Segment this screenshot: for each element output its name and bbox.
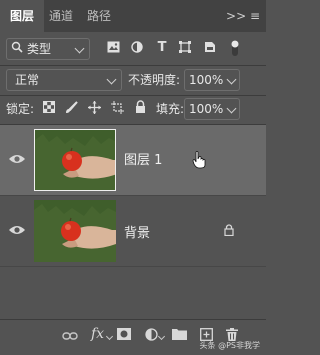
layers-panel: 图层 通道 路径 >> ≡ 类型 T 正常 不透明度: 100% 锁定: 填充:…	[0, 0, 266, 355]
opacity-value: 100%	[189, 73, 224, 87]
fill-label: 填充:	[156, 102, 185, 116]
fx-icon[interactable]: fx	[91, 326, 104, 342]
hand-cursor-icon	[192, 151, 206, 172]
tab-channels[interactable]: 通道	[44, 0, 78, 32]
layer-name[interactable]: 图层 1	[124, 149, 162, 168]
lock-image-pixels-icon[interactable]	[64, 101, 78, 119]
shape-filter-icon[interactable]	[178, 41, 192, 58]
filter-type-select[interactable]: 类型	[6, 38, 90, 60]
smart-object-filter-icon[interactable]	[203, 41, 217, 58]
mask-icon[interactable]	[117, 328, 131, 344]
filter-toggle-icon[interactable]	[229, 39, 241, 62]
tab-layers[interactable]: 图层	[0, 0, 44, 32]
link-icon[interactable]	[62, 330, 78, 345]
blend-row: 正常 不透明度: 100%	[0, 69, 266, 91]
adjustment-filter-icon[interactable]	[130, 41, 144, 58]
apple-hand-image	[35, 130, 115, 190]
lock-label: 锁定:	[6, 102, 35, 116]
chevron-down-icon	[157, 332, 166, 341]
chevron-down-icon	[106, 74, 117, 85]
lock-transparent-pixels-icon[interactable]	[42, 101, 56, 118]
panel-menu-icon[interactable]: >> ≡	[226, 0, 260, 32]
type-filter-icon[interactable]: T	[155, 40, 169, 56]
opacity-label: 不透明度:	[128, 73, 181, 87]
chevron-down-icon	[105, 332, 114, 341]
divider	[0, 65, 266, 66]
layer-name[interactable]: 背景	[124, 222, 150, 241]
visibility-eye-icon[interactable]	[8, 224, 26, 236]
filter-type-label: 类型	[27, 42, 52, 56]
divider	[0, 266, 266, 267]
layer-row-background[interactable]: 背景	[0, 196, 266, 266]
tab-paths[interactable]: 路径	[82, 0, 116, 32]
divider	[0, 95, 266, 96]
lock-artboard-icon[interactable]	[110, 101, 124, 119]
chevron-down-icon	[74, 43, 85, 54]
fill-value: 100%	[189, 102, 224, 116]
panel-footer: fx 头条 @PS非我学	[0, 320, 266, 355]
lock-all-icon[interactable]	[133, 100, 147, 118]
layer-thumbnail[interactable]	[34, 129, 116, 191]
search-icon	[10, 41, 24, 58]
chevron-down-icon[interactable]	[226, 103, 237, 114]
apple-hand-image	[34, 200, 116, 262]
blend-mode-select[interactable]: 正常	[6, 69, 122, 91]
chevron-down-icon[interactable]	[226, 74, 237, 85]
image-filter-icon[interactable]	[106, 41, 120, 58]
blend-mode-value: 正常	[15, 73, 40, 87]
opacity-field[interactable]: 100%	[184, 69, 240, 91]
filter-row: 类型 T	[0, 38, 266, 60]
lock-row: 锁定: 填充: 100%	[0, 98, 266, 120]
fill-field[interactable]: 100%	[184, 98, 240, 120]
layer-row-layer-1[interactable]: 图层 1	[0, 125, 266, 195]
layer-thumbnail[interactable]	[34, 200, 116, 262]
adjustment-icon[interactable]	[145, 328, 158, 345]
layer-lock-icon[interactable]	[224, 224, 234, 239]
folder-icon[interactable]	[172, 328, 187, 344]
tab-bar: 图层 通道 路径 >> ≡	[0, 0, 266, 32]
watermark: 头条 @PS非我学	[199, 341, 260, 350]
lock-position-icon[interactable]	[87, 101, 101, 119]
visibility-eye-icon[interactable]	[8, 153, 26, 165]
